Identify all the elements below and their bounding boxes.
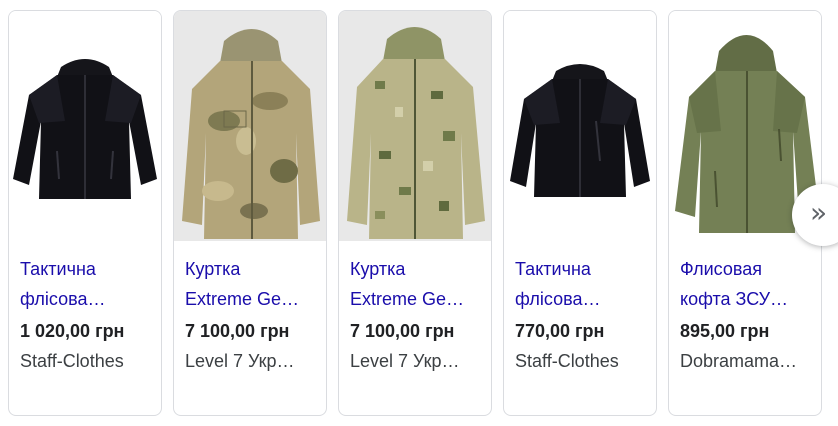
- product-title[interactable]: Куртка Extreme Ge…: [350, 254, 484, 314]
- product-price: 770,00 грн: [515, 321, 605, 341]
- product-title[interactable]: Флисовая кофта ЗСУ…: [680, 254, 814, 314]
- title-line-2[interactable]: Extreme Ge…: [350, 284, 484, 314]
- product-title[interactable]: Куртка Extreme Ge…: [185, 254, 319, 314]
- title-line-1[interactable]: Тактична: [515, 254, 649, 284]
- product-card[interactable]: Тактична флісова… 770,00 грн Staff-Cloth…: [503, 10, 657, 416]
- title-line-1[interactable]: Куртка: [350, 254, 484, 284]
- merchant-name: Dobramama…: [680, 351, 798, 371]
- product-card[interactable]: Куртка Extreme Ge… 7 100,00 грн Level 7 …: [173, 10, 327, 416]
- double-chevron-right-icon: »: [810, 196, 828, 229]
- black-fleece-jacket-image[interactable]: [9, 11, 161, 241]
- merchant-name: Level 7 Укр…: [350, 351, 460, 371]
- product-price: 7 100,00 грн: [350, 321, 455, 341]
- black-fleece-jacket-image[interactable]: [504, 11, 656, 241]
- product-title[interactable]: Тактична флісова…: [20, 254, 154, 314]
- title-line-1[interactable]: Флисовая: [680, 254, 814, 284]
- title-line-2[interactable]: флісова…: [20, 284, 154, 314]
- title-line-1[interactable]: Куртка: [185, 254, 319, 284]
- product-card[interactable]: Тактична флісова… 1 020,00 грн Staff-Clo…: [8, 10, 162, 416]
- merchant-name: Level 7 Укр…: [185, 351, 295, 371]
- pixel-camo-jacket-image[interactable]: [339, 11, 491, 241]
- title-line-2[interactable]: кофта ЗСУ…: [680, 284, 814, 314]
- title-line-1[interactable]: Тактична: [20, 254, 154, 284]
- multicam-camo-jacket-image[interactable]: [174, 11, 326, 241]
- merchant-name: Staff-Clothes: [20, 351, 124, 371]
- title-line-2[interactable]: флісова…: [515, 284, 649, 314]
- title-line-2[interactable]: Extreme Ge…: [185, 284, 319, 314]
- product-card[interactable]: Куртка Extreme Ge… 7 100,00 грн Level 7 …: [338, 10, 492, 416]
- product-price: 1 020,00 грн: [20, 321, 125, 341]
- product-price: 895,00 грн: [680, 321, 770, 341]
- product-price: 7 100,00 грн: [185, 321, 290, 341]
- product-title[interactable]: Тактична флісова…: [515, 254, 649, 314]
- merchant-name: Staff-Clothes: [515, 351, 619, 371]
